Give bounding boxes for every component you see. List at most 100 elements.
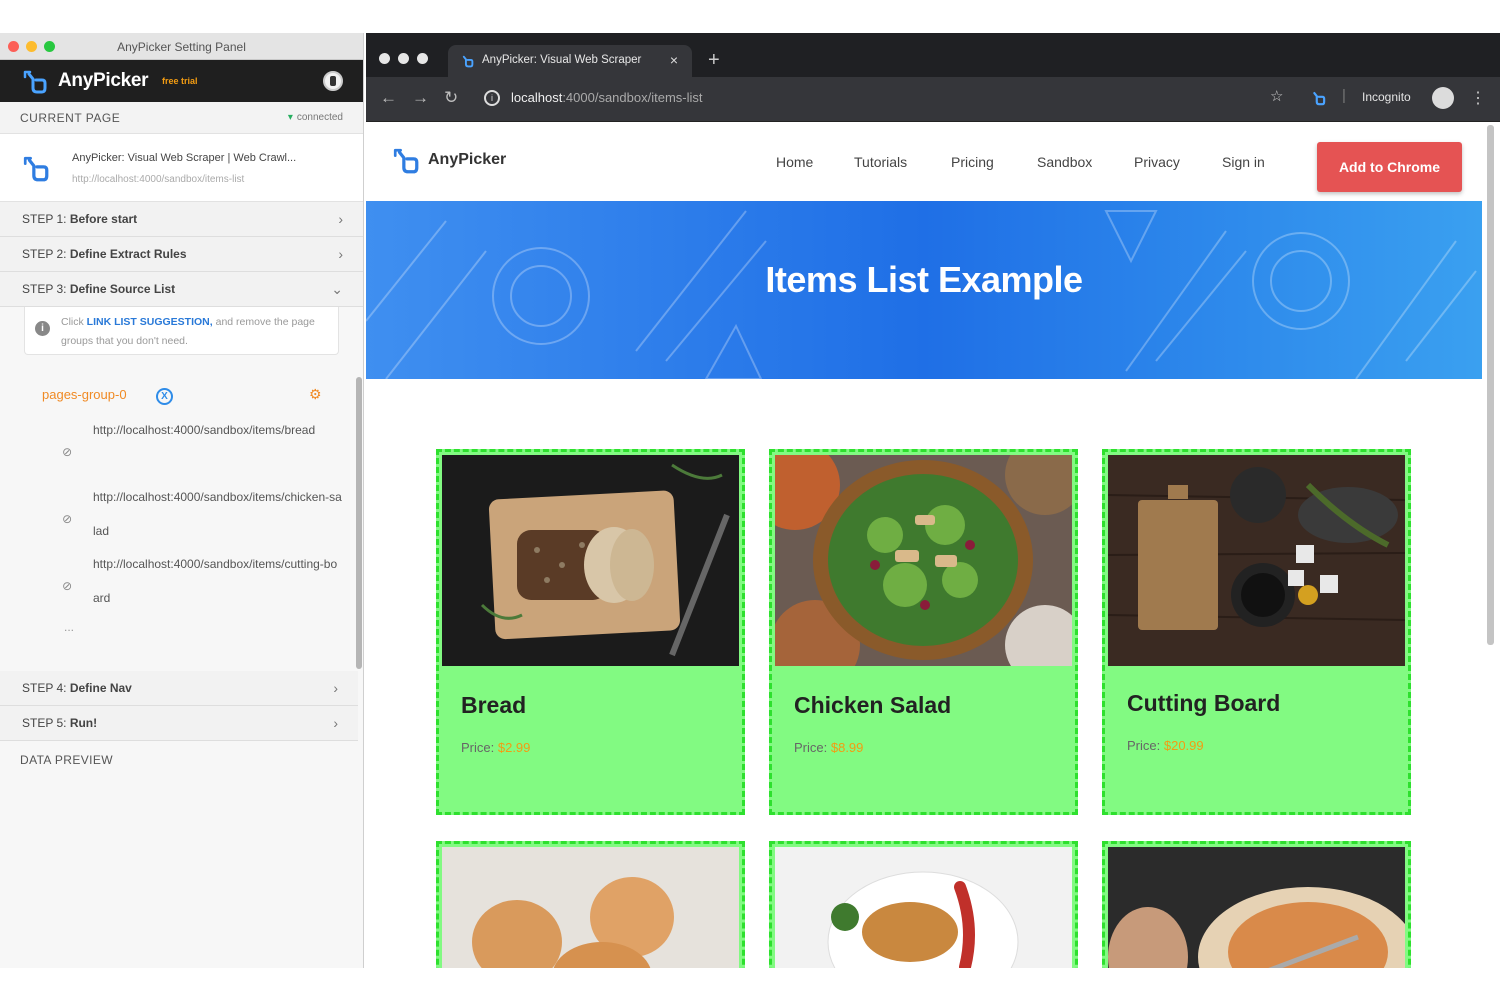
link-icon: ⊖ — [58, 577, 76, 595]
pages-group-name[interactable]: pages-group-0 — [42, 387, 127, 402]
step-3-label: STEP 3: Define Source List — [22, 282, 175, 296]
remove-group-icon[interactable]: X — [156, 388, 173, 405]
chicken-salad-photo — [775, 455, 1072, 666]
browser-menu-icon[interactable]: ⋮ — [1470, 88, 1486, 108]
active-tab[interactable]: AnyPicker: Visual Web Scraper × — [448, 45, 692, 77]
list-item[interactable]: ⊖ http://localhost:4000/sandbox/items/cu… — [59, 547, 340, 615]
price-value: $20.99 — [1163, 738, 1204, 753]
step-3-prefix: STEP 3: — [22, 282, 67, 296]
new-tab-icon[interactable]: + — [708, 49, 720, 72]
step-5-run[interactable]: STEP 5: Run! › — [0, 706, 358, 741]
step-1-before-start[interactable]: STEP 1: Before start › — [0, 202, 363, 237]
step-4-prefix: STEP 4: — [22, 681, 67, 695]
user-account-icon[interactable] — [323, 71, 343, 91]
url-path: :4000/sandbox/items-list — [562, 90, 703, 105]
group-settings-icon[interactable]: ⚙ — [309, 386, 322, 403]
price-label: Price: — [1127, 738, 1161, 753]
url-host: localhost — [511, 90, 563, 105]
site-logo-icon[interactable] — [392, 146, 420, 176]
nav-sandbox[interactable]: Sandbox — [1037, 154, 1092, 170]
incognito-label: Incognito — [1362, 90, 1411, 104]
current-page-title: AnyPicker: Visual Web Scraper | Web Craw… — [72, 152, 297, 164]
price-label: Price: — [794, 740, 828, 755]
nav-tutorials[interactable]: Tutorials — [854, 154, 907, 170]
step-4-define-nav[interactable]: STEP 4: Define Nav › — [0, 671, 358, 706]
incognito-icon[interactable] — [1432, 87, 1454, 109]
hint-text: Click LINK LIST SUGGESTION, and remove t… — [61, 313, 330, 351]
reload-icon[interactable]: ↻ — [444, 88, 458, 108]
minimize-window-button[interactable] — [398, 53, 409, 64]
nav-home[interactable]: Home — [776, 154, 813, 170]
chevron-right-icon: › — [333, 680, 338, 696]
connection-status-text: connected — [296, 112, 343, 123]
price-value: $8.99 — [830, 740, 864, 755]
panel-header: AnyPicker free trial — [0, 60, 363, 102]
step-2-define-extract-rules[interactable]: STEP 2: Define Extract Rules › — [0, 237, 363, 272]
close-tab-icon[interactable]: × — [670, 52, 678, 68]
page-favicon-icon — [23, 156, 49, 182]
browser-window: AnyPicker: Visual Web Scraper × + ← → ↻ … — [366, 33, 1500, 968]
connection-status: ▾ connected — [288, 112, 343, 123]
anypicker-setting-panel: AnyPicker Setting Panel AnyPicker free t… — [0, 33, 364, 968]
site-info-icon[interactable]: i — [484, 90, 500, 106]
tab-favicon-icon — [462, 55, 474, 68]
group-url: http://localhost:4000/sandbox/items/cutt… — [93, 557, 338, 605]
cutting-board-image — [1108, 455, 1405, 666]
zoom-window-button[interactable] — [417, 53, 428, 64]
browser-tab-strip: AnyPicker: Visual Web Scraper × + — [366, 33, 1500, 77]
step-5-title: Run! — [69, 716, 98, 730]
hero-banner: Items List Example — [366, 201, 1482, 379]
anypicker-logo-icon — [23, 70, 47, 94]
fried-chicken-image — [775, 847, 1072, 968]
nav-pricing[interactable]: Pricing — [951, 154, 994, 170]
item-card-cutting-board[interactable]: Cutting Board Price: $20.99 — [1102, 449, 1411, 815]
bread-photo — [442, 455, 739, 666]
eggs-photo — [442, 847, 739, 968]
item-card-eggs[interactable] — [436, 841, 745, 968]
fried-chicken-photo — [775, 847, 1072, 968]
item-price: Price: $20.99 — [1127, 738, 1204, 753]
step-3-define-source-list[interactable]: STEP 3: Define Source List ⌄ — [0, 272, 363, 307]
trial-badge: free trial — [162, 76, 198, 86]
site-navbar: AnyPicker Home Tutorials Pricing Sandbox… — [366, 122, 1500, 201]
chevron-down-icon: ⌄ — [331, 280, 343, 297]
list-item[interactable]: ⊖ http://localhost:4000/sandbox/items/br… — [59, 413, 340, 481]
item-card-pasta[interactable] — [1102, 841, 1411, 968]
link-list-suggestion-link[interactable]: LINK LIST SUGGESTION, — [87, 316, 213, 328]
current-page-label: CURRENT PAGE — [20, 110, 121, 125]
address-bar[interactable]: i localhost:4000/sandbox/items-list — [474, 85, 1289, 113]
back-icon[interactable]: ← — [380, 88, 397, 108]
item-card-chicken-salad[interactable]: Chicken Salad Price: $8.99 — [769, 449, 1078, 815]
close-window-button[interactable] — [379, 53, 390, 64]
panel-scrollbar[interactable] — [356, 377, 362, 669]
pasta-image — [1108, 847, 1405, 968]
anypicker-extension-icon[interactable] — [1310, 89, 1326, 107]
nav-privacy[interactable]: Privacy — [1134, 154, 1180, 170]
group-url: http://localhost:4000/sandbox/items/brea… — [93, 423, 316, 437]
bread-image — [442, 455, 739, 666]
current-page-url: http://localhost:4000/sandbox/items-list — [72, 174, 245, 185]
item-card-fried-chicken[interactable] — [769, 841, 1078, 968]
chicken-salad-image — [775, 455, 1072, 666]
step-1-prefix: STEP 1: — [22, 212, 67, 226]
item-card-bread[interactable]: Bread Price: $2.99 — [436, 449, 745, 815]
forward-icon[interactable]: → — [412, 88, 429, 108]
site-name[interactable]: AnyPicker — [428, 151, 506, 169]
bookmark-star-icon[interactable]: ☆ — [1270, 87, 1283, 105]
page-scrollbar[interactable] — [1487, 125, 1494, 645]
connected-icon: ▾ — [287, 112, 293, 123]
more-urls-indicator: ... — [64, 620, 75, 634]
data-preview-label: DATA PREVIEW — [20, 753, 114, 767]
add-to-chrome-button[interactable]: Add to Chrome — [1317, 142, 1462, 192]
current-page-card: AnyPicker: Visual Web Scraper | Web Craw… — [0, 134, 363, 202]
step-1-label: STEP 1: Before start — [22, 212, 137, 226]
link-icon: ⊖ — [58, 443, 76, 461]
step-3-title: Define Source List — [69, 282, 176, 296]
step-5-prefix: STEP 5: — [22, 716, 67, 730]
link-icon: ⊖ — [58, 510, 76, 528]
nav-sign-in[interactable]: Sign in — [1222, 154, 1265, 170]
cutting-board-photo — [1108, 455, 1405, 666]
chevron-right-icon: › — [338, 246, 343, 262]
window-controls — [379, 53, 428, 64]
list-item[interactable]: ⊖ http://localhost:4000/sandbox/items/ch… — [59, 480, 342, 548]
